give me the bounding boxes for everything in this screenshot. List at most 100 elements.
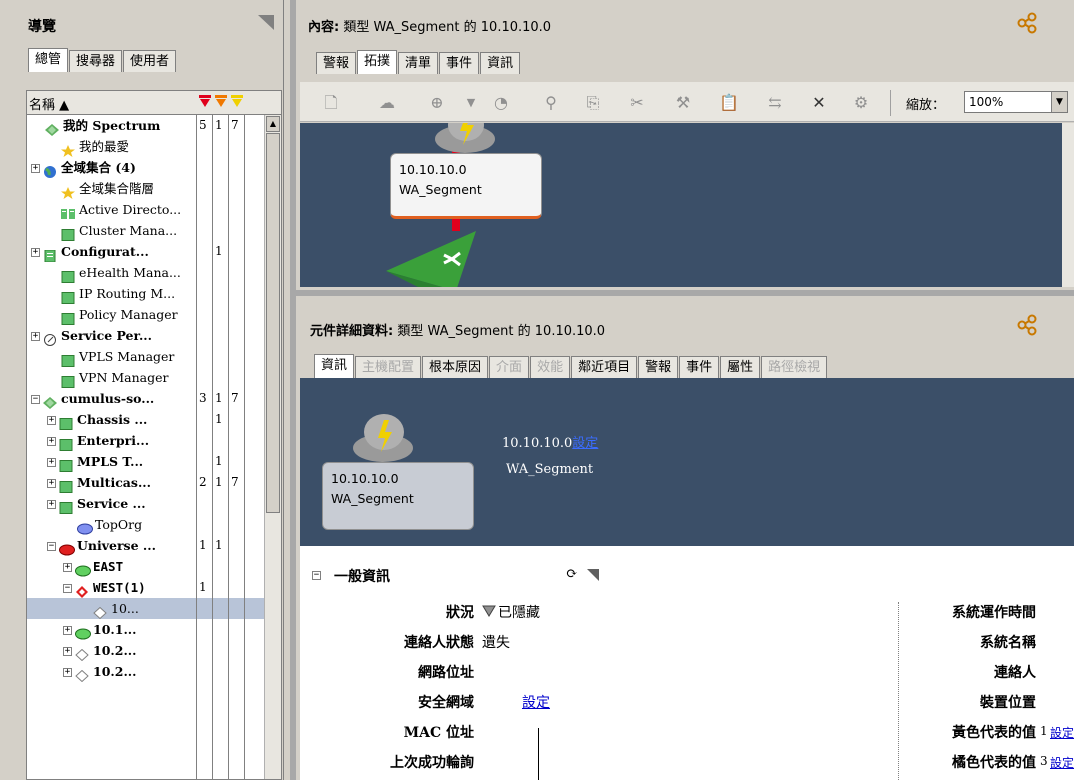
expand-icon[interactable]: + <box>31 332 40 341</box>
tab-detail[interactable]: 鄰近項目 <box>571 356 638 378</box>
tree-item[interactable]: + Service Per... <box>27 325 281 346</box>
expand-icon[interactable]: + <box>63 668 72 677</box>
refresh-icon[interactable]: ⟳ <box>566 566 578 582</box>
expand-icon[interactable]: + <box>63 563 72 572</box>
zoom-select[interactable]: 100% ▼ <box>964 91 1068 113</box>
set-link[interactable]: 設定 <box>572 436 598 451</box>
expand-icon[interactable]: + <box>63 626 72 635</box>
share-icon[interactable] <box>1016 314 1038 336</box>
expand-icon[interactable]: + <box>47 458 56 467</box>
expand-icon[interactable]: + <box>47 500 56 509</box>
tab-detail[interactable]: 資訊 <box>314 354 355 378</box>
vertical-splitter[interactable] <box>290 0 296 780</box>
tab-explorer[interactable]: 總管 <box>28 48 69 72</box>
settings-icon[interactable]: ⚙ <box>850 92 872 114</box>
tab-users[interactable]: 使用者 <box>123 50 177 72</box>
collapse-section-icon[interactable]: − <box>312 571 321 580</box>
topology-canvas[interactable]: 10.10.10.0 WA_Segment <box>300 123 1062 287</box>
expand-icon[interactable]: + <box>47 416 56 425</box>
new-document-icon[interactable]: 🗋 <box>320 92 342 114</box>
chevron-down-icon[interactable]: ▼ <box>1051 92 1067 112</box>
delete-icon[interactable]: ✕ <box>808 92 830 114</box>
tree-item[interactable]: + Multicas... 2 1 7 <box>27 472 281 493</box>
tree-item[interactable]: +10.2... <box>27 661 281 682</box>
tree-item[interactable]: Policy Manager <box>27 304 281 325</box>
cut-icon[interactable]: ✂ <box>626 92 648 114</box>
tree-item[interactable]: Cluster Mana... <box>27 220 281 241</box>
set-link[interactable]: 設定 <box>1050 724 1074 741</box>
tree-item[interactable]: 我的最愛 <box>27 136 281 157</box>
tab-events[interactable]: 事件 <box>439 52 480 74</box>
tab-detail[interactable]: 屬性 <box>720 356 761 378</box>
tree-item[interactable]: 我的 Spectrum 5 1 7 <box>27 115 281 136</box>
tab-detail[interactable]: 根本原因 <box>422 356 489 378</box>
expand-icon[interactable]: + <box>31 164 40 173</box>
add-node-icon[interactable]: ☁ <box>376 92 398 114</box>
major-alarm-column-icon[interactable] <box>215 95 227 109</box>
tab-locater[interactable]: 搜尋器 <box>69 50 123 72</box>
set-link[interactable]: 設定 <box>1050 754 1074 771</box>
clock-icon[interactable]: ◔ <box>490 92 512 114</box>
tree-item[interactable]: IP Routing M... <box>27 283 281 304</box>
tree-scrollbar[interactable]: ▲ <box>264 115 281 779</box>
tree-item[interactable]: +10.1... <box>27 619 281 640</box>
tab-information[interactable]: 資訊 <box>480 52 521 74</box>
tree-item[interactable]: + Service ... <box>27 493 281 514</box>
tree-item-label: IP Routing M... <box>79 286 176 301</box>
collapse-panel-icon[interactable] <box>256 12 276 32</box>
expand-icon[interactable]: + <box>31 248 40 257</box>
tree-item[interactable]: 10... <box>27 598 281 619</box>
tree-item[interactable]: +10.2... <box>27 640 281 661</box>
tree-item[interactable]: + Configurat... 1 <box>27 241 281 262</box>
alarm-count: 7 <box>231 475 239 489</box>
move-icon[interactable]: ⇆ <box>764 92 786 114</box>
tree-item[interactable]: Active Directo... <box>27 199 281 220</box>
tree-item[interactable]: 全域集合階層 <box>27 178 281 199</box>
paste-icon[interactable]: 📋 <box>718 92 740 114</box>
topology-scrollbar[interactable] <box>1062 123 1074 287</box>
critical-alarm-column-icon[interactable] <box>199 95 211 109</box>
wand-icon[interactable]: ⚒ <box>672 92 694 114</box>
topology-node[interactable]: 10.10.10.0 WA_Segment <box>390 153 542 219</box>
copy-icon[interactable]: ⎘ <box>582 92 604 114</box>
collapse-icon[interactable]: − <box>47 542 56 551</box>
tab-topology[interactable]: 拓撲 <box>357 50 398 74</box>
content-title: 內容: 類型 WA_Segment 的 10.10.10.0 <box>308 16 551 35</box>
tree-item[interactable]: + Chassis ... 1 <box>27 409 281 430</box>
tree-item[interactable]: − Universe ... 1 1 <box>27 535 281 556</box>
tree-item[interactable]: + 全域集合 (4) <box>27 157 281 178</box>
tree-item[interactable]: − cumulus-so... 3 1 7 <box>27 388 281 409</box>
dropdown-arrow-icon[interactable]: ▼ <box>460 92 482 114</box>
set-link[interactable]: 設定 <box>522 692 550 712</box>
tree-item[interactable]: VPN Manager <box>27 367 281 388</box>
minor-alarm-column-icon[interactable] <box>231 95 243 109</box>
tree-item[interactable]: + MPLS T... 1 <box>27 451 281 472</box>
collapse-icon[interactable]: − <box>31 395 40 404</box>
tab-alarms[interactable]: 警報 <box>316 52 357 74</box>
share-icon[interactable] <box>1016 12 1038 34</box>
scroll-thumb[interactable] <box>266 133 280 513</box>
tree-item[interactable]: TopOrg <box>27 514 281 535</box>
diamond-icon <box>75 646 89 661</box>
collapse-icon[interactable]: − <box>63 584 72 593</box>
column-name-header[interactable]: 名稱 ▲ <box>29 94 69 113</box>
tree-item[interactable]: eHealth Mana... <box>27 262 281 283</box>
add-link-icon[interactable]: ⊕ <box>426 92 448 114</box>
tab-detail[interactable]: 事件 <box>679 356 720 378</box>
expand-icon[interactable]: + <box>63 647 72 656</box>
tree-item[interactable]: + EAST <box>27 556 281 577</box>
scroll-up-icon[interactable]: ▲ <box>266 116 280 132</box>
column-divider <box>196 115 197 779</box>
tree-item[interactable]: − WEST(1) 1 <box>27 577 281 598</box>
switch-icon[interactable] <box>386 231 506 287</box>
expand-icon[interactable]: + <box>47 437 56 446</box>
collapse-arrow-icon[interactable] <box>586 568 600 582</box>
tree-item[interactable]: + Enterpri... <box>27 430 281 451</box>
expand-icon[interactable]: + <box>47 479 56 488</box>
horizontal-splitter[interactable] <box>296 290 1074 296</box>
tab-detail[interactable]: 警報 <box>638 356 679 378</box>
tree-item[interactable]: VPLS Manager <box>27 346 281 367</box>
tab-list[interactable]: 清單 <box>398 52 439 74</box>
search-icon[interactable]: ⚲ <box>540 92 562 114</box>
universe-icon <box>59 541 75 555</box>
